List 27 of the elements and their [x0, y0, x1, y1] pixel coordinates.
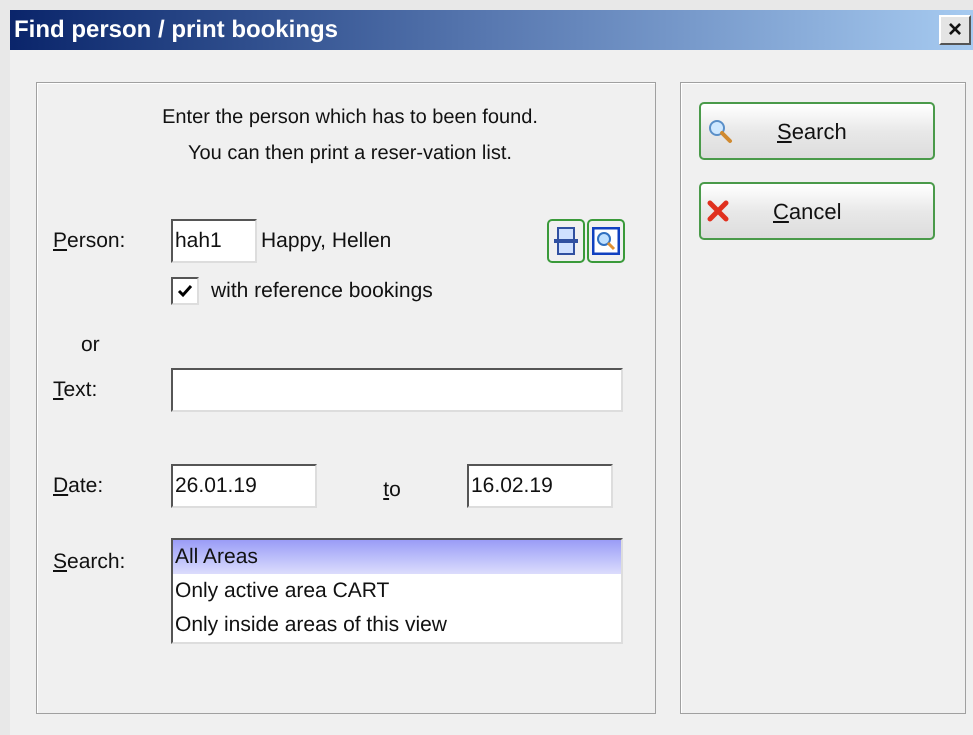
instructions-text: Enter the person which has to been found. You can then print a reser-vation list. — [161, 105, 539, 166]
text-field[interactable] — [171, 368, 623, 412]
magnifier-icon — [707, 118, 733, 144]
date-from-field[interactable]: 26.01.19 — [171, 464, 317, 508]
list-item[interactable]: All Areas — [173, 540, 621, 574]
date-to-field[interactable]: 16.02.19 — [467, 464, 613, 508]
print-button[interactable] — [547, 219, 585, 263]
list-item[interactable]: Only active area CART — [173, 574, 621, 608]
list-item[interactable]: Only inside areas of this view — [173, 608, 621, 642]
checkmark-icon — [177, 284, 193, 298]
date-label: Date: — [53, 473, 104, 500]
find-button[interactable] — [587, 219, 625, 263]
search-label: Search: — [53, 549, 126, 575]
reference-checkbox[interactable] — [171, 276, 199, 305]
search-button[interactable]: Search — [699, 102, 935, 160]
reference-checkbox-label: with reference bookings — [211, 278, 433, 304]
close-button[interactable]: × — [939, 15, 971, 45]
person-label: Person: — [53, 228, 126, 254]
magnifier-icon — [592, 227, 620, 255]
person-code-field[interactable]: hah1 — [171, 219, 257, 263]
date-to-label: to — [383, 477, 401, 504]
cancel-button[interactable]: Cancel — [699, 182, 935, 240]
window-title: Find person / print bookings — [14, 15, 338, 45]
or-label: or — [81, 332, 101, 358]
cross-icon — [707, 200, 729, 222]
text-label: Text: — [53, 377, 98, 404]
person-name: Happy, Hellen — [261, 228, 392, 254]
